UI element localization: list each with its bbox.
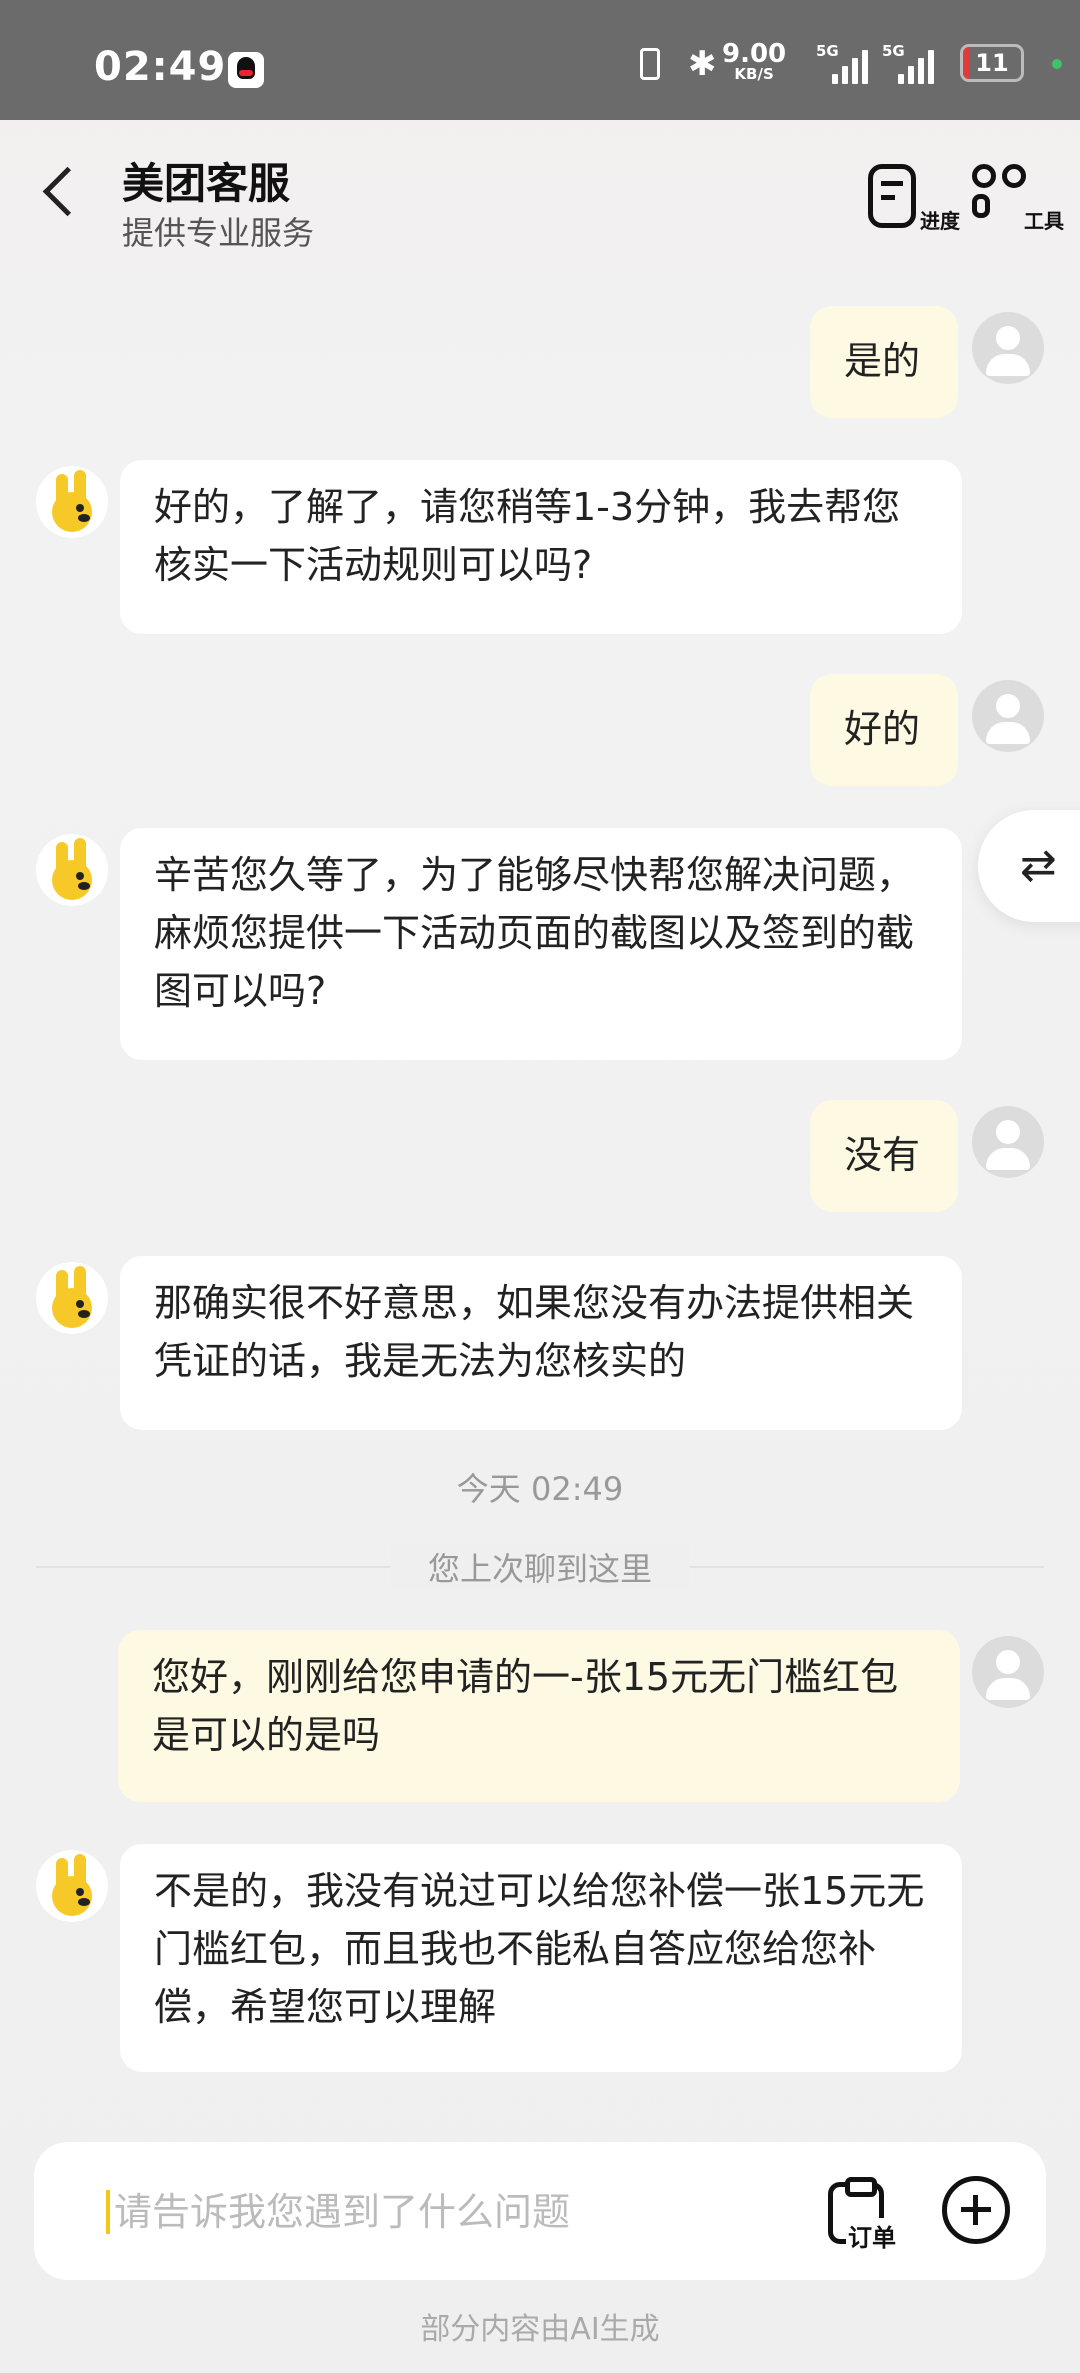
bot-avatar-icon[interactable] bbox=[36, 1850, 108, 1922]
user-avatar[interactable] bbox=[972, 1106, 1044, 1178]
back-icon[interactable] bbox=[40, 166, 80, 222]
message-bubble-bot[interactable]: 辛苦您久等了，为了能够尽快帮您解决问题，麻烦您提供一下活动页面的截图以及签到的截… bbox=[120, 828, 962, 1060]
page-title: 美团客服 bbox=[122, 159, 291, 208]
signal-sim2-icon: 5G bbox=[882, 42, 934, 84]
swap-arrows-icon: ⇄ bbox=[1020, 840, 1057, 891]
message-timestamp: 今天 02:49 bbox=[456, 1470, 624, 1508]
tools-grid-icon bbox=[972, 164, 1032, 224]
signal-sim1-icon: 5G bbox=[816, 42, 868, 84]
message-bubble-user[interactable]: 您好，刚刚给您申请的一-张15元无门槛红包是可以的是吗 bbox=[118, 1630, 960, 1802]
message-bubble-user[interactable]: 是的 bbox=[810, 306, 958, 418]
progress-button[interactable]: 进度 bbox=[860, 164, 960, 234]
user-avatar[interactable] bbox=[972, 312, 1044, 384]
switch-agent-button[interactable]: ⇄ bbox=[978, 810, 1080, 922]
chat-header: 美团客服 提供专业服务 进度 工具 bbox=[0, 120, 1080, 270]
status-indicators: ✱ 9.00 KB/S 5G 5G 11 bbox=[610, 41, 1080, 84]
message-bubble-bot[interactable]: 好的，了解了，请您稍等1-3分钟，我去帮您核实一下活动规则可以吗? bbox=[120, 460, 962, 634]
tools-label: 工具 bbox=[1024, 209, 1064, 233]
user-avatar[interactable] bbox=[972, 1636, 1044, 1708]
order-label: 订单 bbox=[846, 2218, 898, 2253]
battery-level: 11 bbox=[975, 49, 1009, 77]
battery-icon: 11 bbox=[960, 44, 1024, 82]
qq-notification-icon bbox=[228, 52, 264, 88]
status-time: 02:49 bbox=[94, 44, 227, 90]
text-caret bbox=[106, 2190, 110, 2234]
message-bubble-user[interactable]: 没有 bbox=[810, 1100, 958, 1212]
ai-disclaimer: 部分内容由AI生成 bbox=[420, 2312, 660, 2347]
tools-button[interactable]: 工具 bbox=[964, 164, 1064, 234]
network-speed: 9.00 KB/S bbox=[722, 41, 786, 82]
bot-avatar-icon[interactable] bbox=[36, 1262, 108, 1334]
progress-label: 进度 bbox=[920, 209, 960, 233]
order-button[interactable]: 订单 bbox=[824, 2176, 904, 2253]
bot-avatar-icon[interactable] bbox=[36, 466, 108, 538]
page-subtitle: 提供专业服务 bbox=[122, 214, 315, 252]
message-input[interactable] bbox=[114, 2180, 804, 2244]
progress-icon bbox=[868, 164, 916, 228]
message-bubble-user[interactable]: 好的 bbox=[810, 674, 958, 786]
bot-avatar-icon[interactable] bbox=[36, 834, 108, 906]
message-bubble-bot[interactable]: 不是的，我没有说过可以给您补偿一张15元无门槛红包，而且我也不能私自答应您给您补… bbox=[120, 1844, 962, 2072]
add-plus-icon[interactable] bbox=[942, 2176, 1010, 2244]
privacy-dot-icon bbox=[1052, 59, 1062, 69]
status-bar: 02:49 ✱ 9.00 KB/S 5G 5G 11 bbox=[0, 0, 1080, 120]
history-divider-label: 您上次聊到这里 bbox=[390, 1544, 690, 1590]
message-bubble-bot[interactable]: 那确实很不好意思，如果您没有办法提供相关凭证的话，我是无法为您核实的 bbox=[120, 1256, 962, 1430]
message-composer: 订单 bbox=[34, 2142, 1046, 2280]
user-avatar[interactable] bbox=[972, 680, 1044, 752]
bluetooth-icon: ✱ bbox=[688, 44, 717, 84]
vibrate-icon bbox=[640, 48, 660, 80]
